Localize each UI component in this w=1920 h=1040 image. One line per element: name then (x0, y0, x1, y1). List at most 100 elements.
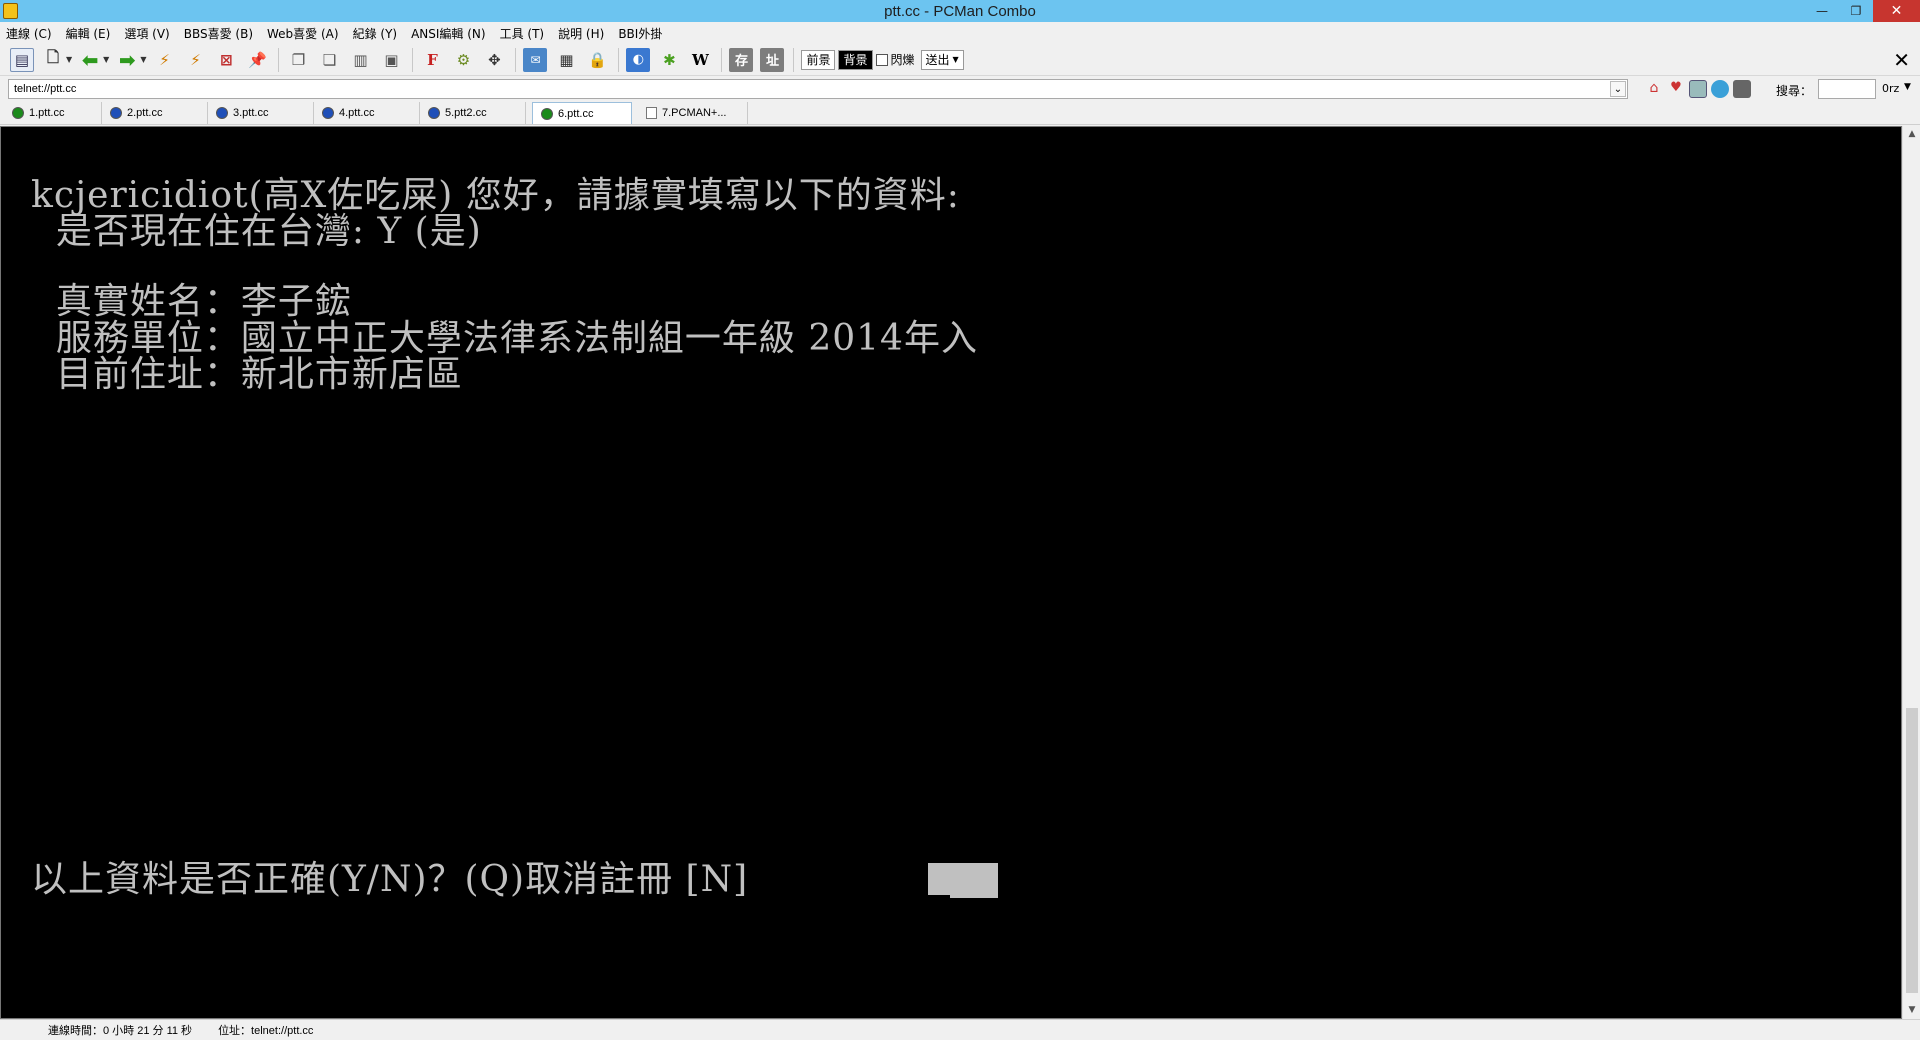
checkbox-icon[interactable] (875, 53, 888, 66)
pin-icon[interactable]: 📌 (245, 48, 269, 72)
send-button[interactable]: 送出 ▼ (920, 49, 964, 70)
terminal-screen[interactable]: kcjericidiot(高X佐吃屎) 您好，請據實填寫以下的資料: 是否現在住… (0, 126, 1902, 1019)
search-input[interactable] (1818, 79, 1876, 99)
separator (793, 47, 795, 72)
font-icon[interactable]: F (420, 48, 444, 72)
settings-gear-icon[interactable]: ⚙ (451, 48, 475, 72)
tab-bar: 1.ptt.cc 2.ptt.cc 3.ptt.cc 4.ptt.cc 5.pt… (0, 101, 1920, 125)
menu-bbs-favorites[interactable]: BBS喜愛 (B) (184, 25, 253, 42)
fullscreen-icon[interactable]: ✥ (482, 48, 506, 72)
foreground-color-button[interactable]: 前景 (801, 49, 836, 70)
connected-icon (541, 107, 553, 120)
tab-5[interactable]: 5.ptt2.cc (420, 102, 526, 124)
disconnected-icon (322, 107, 334, 119)
search-dropdown-icon[interactable]: ▼ (1904, 82, 1911, 92)
menu-options[interactable]: 選項 (V) (124, 25, 169, 42)
menu-log[interactable]: 紀錄 (Y) (353, 25, 398, 42)
back-arrow-icon[interactable]: ⬅ (78, 48, 102, 72)
separator (618, 47, 620, 72)
address-book-icon[interactable]: ▤ (10, 47, 34, 72)
cursor-underline (928, 895, 950, 898)
menu-bar: 連線 (C) 編輯 (E) 選項 (V) BBS喜愛 (B) Web喜愛 (A)… (0, 22, 1920, 44)
confirm-prompt: 以上資料是否正確(Y/N)？(Q)取消註冊 [N] (31, 859, 761, 900)
mail-icon[interactable]: ✉ (523, 47, 548, 72)
chevron-down-icon[interactable]: ▼ (66, 55, 72, 64)
globe-icon[interactable] (1711, 80, 1729, 98)
home-icon[interactable]: ⌂ (1645, 80, 1663, 98)
window-controls: — ❐ ✕ (1805, 0, 1920, 22)
address-bar: telnet://ptt.cc ⌄ ⌂ ♥ 搜尋： 0rz ▼ (0, 77, 1920, 101)
paste-icon[interactable]: ❏ (317, 48, 341, 72)
title-bar: ptt.cc - PCMan Combo — ❐ ✕ (0, 0, 1920, 22)
qrcode-icon[interactable]: ▦ (554, 48, 578, 72)
address-button[interactable]: 址 (760, 47, 785, 72)
tab-7[interactable]: 7.PCMAN+... (638, 102, 748, 124)
menu-edit[interactable]: 編輯 (E) (66, 25, 111, 42)
tab-label: 3.ptt.cc (233, 107, 269, 119)
save-button[interactable]: 存 (729, 47, 754, 72)
separator (412, 47, 414, 72)
tab-2[interactable]: 2.ptt.cc (102, 102, 208, 124)
address-dropdown-icon[interactable]: ⌄ (1610, 81, 1626, 97)
menu-help[interactable]: 說明 (H) (558, 25, 604, 42)
copy-icon[interactable]: ❐ (286, 48, 310, 72)
address-input[interactable]: telnet://ptt.cc (8, 79, 1628, 99)
scroll-up-icon[interactable]: ▲ (1906, 128, 1918, 140)
separator (721, 47, 723, 72)
connection-location: 位址：telnet://ptt.cc (218, 1025, 314, 1037)
tab-4[interactable]: 4.ptt.cc (314, 102, 420, 124)
tab-6[interactable]: 6.ptt.cc (532, 102, 632, 124)
disconnected-icon (428, 107, 440, 119)
separator (515, 47, 517, 72)
chevron-down-icon[interactable]: ▼ (103, 55, 109, 64)
menu-connection[interactable]: 連線 (C) (6, 25, 52, 42)
scroll-down-icon[interactable]: ▼ (1906, 1004, 1918, 1016)
menu-ansi-edit[interactable]: ANSI編輯 (N) (411, 25, 486, 42)
close-connection-icon[interactable]: ⊠ (214, 48, 238, 72)
search-engine[interactable]: 0rz (1882, 82, 1899, 95)
background-color-button[interactable]: 背景 (838, 49, 873, 70)
lock-icon[interactable]: 🔒 (585, 48, 609, 72)
favorites-icon[interactable]: ♥ (1667, 80, 1685, 98)
plugin-icon[interactable]: ✱ (657, 48, 681, 72)
copy-ansi-icon[interactable]: ▥ (348, 48, 372, 72)
tab-label: 4.ptt.cc (339, 107, 375, 119)
display-icon[interactable] (1733, 80, 1751, 98)
minimize-button[interactable]: — (1805, 0, 1839, 22)
new-connection-icon[interactable]: 🗋 (41, 48, 65, 72)
disconnected-icon (216, 107, 228, 119)
menu-tools[interactable]: 工具 (T) (500, 25, 545, 42)
scrollbar-thumb[interactable] (1906, 708, 1918, 993)
restore-button[interactable]: ❐ (1839, 0, 1873, 22)
tab-label: 7.PCMAN+... (662, 107, 727, 119)
status-bar: 連線時間：0 小時 21 分 11 秒 位址：telnet://ptt.cc (0, 1019, 1920, 1040)
stop-icon[interactable] (1689, 80, 1707, 98)
blink-checkbox[interactable]: 閃爍 (875, 51, 915, 68)
tab-label: 2.ptt.cc (127, 107, 163, 119)
browser-icon[interactable]: ◐ (626, 47, 651, 72)
chevron-down-icon[interactable]: ▼ (140, 55, 146, 64)
residence-line: 是否現在住在台灣: Y (是) (31, 211, 482, 252)
reconnect-icon[interactable]: ⚡ (152, 48, 176, 72)
toolbar: ▤ 🗋 ▼ ⬅ ▼ ➡ ▼ ⚡ ⚡ ⊠ 📌 ❐ ❏ ▥ ▣ F ⚙ ✥ ✉ ▦ 🔒 ◐… (0, 44, 1920, 76)
wikipedia-icon[interactable]: W (688, 48, 712, 72)
tab-label: 5.ptt2.cc (445, 107, 487, 119)
close-button[interactable]: ✕ (1873, 0, 1920, 22)
window-title: ptt.cc - PCMan Combo (884, 2, 1036, 20)
tab-3[interactable]: 3.ptt.cc (208, 102, 314, 124)
input-cursor[interactable] (928, 863, 998, 898)
menu-bbi-plugin[interactable]: BBI外掛 (618, 25, 662, 42)
chevron-down-icon[interactable]: ▼ (953, 55, 959, 64)
menu-web-favorites[interactable]: Web喜愛 (A) (267, 25, 339, 42)
tab-1[interactable]: 1.ptt.cc (4, 102, 102, 124)
forward-arrow-icon[interactable]: ➡ (115, 48, 139, 72)
close-tab-icon[interactable]: ✕ (1893, 48, 1910, 72)
app-icon[interactable] (3, 3, 18, 19)
web-page-icon (646, 107, 657, 119)
screenshot-icon[interactable]: ▣ (379, 48, 403, 72)
disconnect-icon[interactable]: ⚡ (183, 48, 207, 72)
connected-icon (12, 107, 24, 119)
terminal-scrollbar[interactable]: ▲ ▼ (1902, 126, 1920, 1019)
tab-label: 6.ptt.cc (558, 107, 594, 120)
nav-icons: ⌂ ♥ (1645, 80, 1755, 98)
